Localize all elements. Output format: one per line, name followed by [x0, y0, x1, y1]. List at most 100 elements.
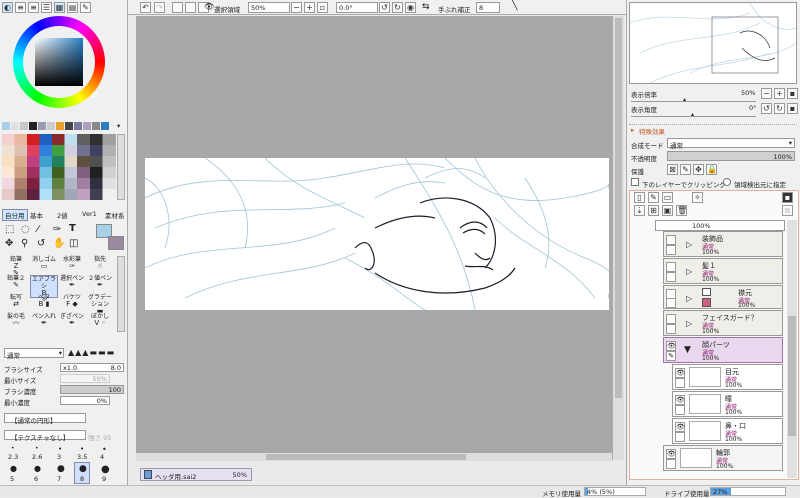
layer-item-partial[interactable]: 100%	[655, 220, 785, 231]
tool-eraser[interactable]: 消しゴム ▭	[30, 256, 58, 270]
line-tool-icon[interactable]: ╲	[512, 1, 517, 11]
tool-transfer[interactable]: 転写 ⇄	[2, 294, 30, 308]
color-wheel-icon[interactable]: ◐	[2, 2, 13, 13]
transfer-down-icon[interactable]: ⇣	[634, 205, 645, 216]
tool-blur[interactable]: ぼかし V ◦	[86, 313, 114, 327]
visibility-toggle[interactable]	[666, 314, 676, 324]
size-preset[interactable]: 4	[100, 453, 104, 461]
eyedropper-icon[interactable]: ✑	[53, 223, 61, 236]
layer-item-pupils[interactable]: 👁 瞳 通常 100%	[672, 391, 783, 417]
rotate-left-icon[interactable]: ↺	[379, 2, 390, 13]
eye-icon[interactable]: 👁	[204, 2, 214, 11]
lock-toggle[interactable]	[666, 298, 676, 308]
rotate-left-icon[interactable]: ↺	[761, 103, 772, 114]
size-preset[interactable]: 3.5	[77, 453, 87, 461]
collapse-arrow-icon[interactable]: ▼	[684, 345, 691, 355]
visibility-toggle[interactable]	[666, 235, 676, 245]
source-radio[interactable]	[723, 178, 731, 186]
tool-jagged-pen[interactable]: ぎざペン ✒	[58, 313, 86, 327]
rotate-right-icon[interactable]: ↻	[774, 103, 785, 114]
brush-shape-selector[interactable]: ▲▲▲▬▬▬	[68, 348, 124, 358]
tool-pencil[interactable]: 鉛筆 Z ✎	[2, 256, 30, 277]
canvas-hscroll[interactable]	[136, 453, 612, 461]
zoom-field[interactable]: 50%	[248, 2, 290, 13]
color-swatches-grid[interactable]	[2, 134, 116, 200]
brush-shape-dropdown[interactable]: 【通常の円形】	[4, 413, 86, 425]
angle-field[interactable]: 0.0°	[336, 2, 378, 13]
lock-all-icon[interactable]: 🔒	[706, 164, 717, 175]
deselect-icon[interactable]	[172, 2, 183, 13]
chevron-down-icon[interactable]: ▾	[117, 122, 120, 130]
effects-header[interactable]: ▸ 特殊効果	[629, 124, 797, 136]
size-preset[interactable]: 7	[57, 475, 61, 483]
navigator-preview[interactable]	[629, 2, 797, 84]
text-tool-icon[interactable]: T	[69, 222, 76, 235]
flip-icon[interactable]: ⇆	[422, 2, 430, 12]
canvas-vscroll[interactable]	[612, 16, 624, 460]
zoom-in-icon[interactable]: +	[304, 2, 315, 13]
expand-arrow-icon[interactable]: ▷	[686, 319, 692, 328]
min-size-field[interactable]: 50%	[60, 374, 110, 383]
zoom-in-icon[interactable]: +	[774, 88, 785, 99]
effects-layer-icon[interactable]: ✧	[692, 192, 703, 203]
layer-item-face-parts[interactable]: 👁 ✎ ▼ 顔パーツ 通常 100%	[663, 337, 783, 363]
lock-toggle[interactable]	[675, 378, 685, 388]
brush-size-field[interactable]: x1.0 8.0	[60, 363, 124, 372]
tool-blend[interactable]: 指先 ☝	[86, 256, 114, 270]
lock-toggle[interactable]	[666, 324, 676, 334]
layer-blend-select[interactable]: 通常 ▾	[667, 138, 795, 150]
swatch-scrollbar[interactable]	[117, 134, 125, 200]
new-folder-icon[interactable]: ▭	[662, 192, 673, 203]
lock-transparency-icon[interactable]: ⊠	[667, 164, 678, 175]
layer-item-hair1[interactable]: ▷ 髪１ 通常 100%	[663, 258, 783, 284]
nav-angle-slider[interactable]: ▴	[631, 111, 756, 118]
stabilizer-field[interactable]: 8	[476, 2, 500, 13]
zoom-icon[interactable]: ⚲	[21, 237, 28, 250]
layer-item-eyes[interactable]: 👁 目元 通常 100%	[672, 364, 783, 390]
size-preset[interactable]: 2.3	[8, 453, 18, 461]
expand-arrow-icon[interactable]: ▷	[686, 267, 692, 276]
redo-icon[interactable]: ↷	[154, 2, 165, 13]
hand-icon[interactable]: ✋	[53, 237, 65, 250]
zoom-out-icon[interactable]: −	[761, 88, 772, 99]
nav-zoom-slider[interactable]: ▴	[631, 96, 756, 103]
tool-watercolor[interactable]: 水彩筆 ✑	[58, 256, 86, 270]
tool-select-pen[interactable]: 選択ペン ✒	[58, 275, 86, 289]
rotate-reset-icon[interactable]: ◉	[405, 2, 416, 13]
tool-scrollbar[interactable]	[117, 256, 125, 332]
invert-icon[interactable]	[185, 2, 196, 13]
panel-menu-icon[interactable]: ▪	[782, 192, 793, 203]
tab-basic[interactable]: 基本	[30, 210, 43, 220]
rect-select-icon[interactable]: ⬚	[5, 223, 14, 236]
size-preset[interactable]: 3	[57, 453, 61, 461]
rgb-slider-icon[interactable]: ≡	[15, 2, 26, 13]
tool-binary-pen[interactable]: ２値ペン ✒	[86, 275, 114, 289]
tool-inking[interactable]: ペン入れ ✒	[30, 313, 58, 327]
tool-flat[interactable]: ペタ B ▮	[30, 294, 58, 308]
expand-arrow-icon[interactable]: ▷	[686, 294, 692, 303]
scroll-thumb[interactable]	[788, 316, 796, 436]
blend-mode-select[interactable]: 通常 ▾	[4, 348, 64, 360]
tab-materials[interactable]: 素材系	[105, 210, 125, 220]
clear-layer-icon[interactable]: ▣	[662, 205, 673, 216]
size-preset[interactable]: 2.6	[32, 453, 42, 461]
layer-item-accessory[interactable]: ▷ 装飾品 通常 100%	[663, 231, 783, 257]
delete-layer-icon[interactable]: 🗑	[676, 205, 687, 216]
min-density-field[interactable]: 0%	[60, 396, 110, 405]
visibility-toggle[interactable]: 👁	[675, 368, 685, 378]
scratchpad-icon[interactable]: ▤	[67, 2, 78, 13]
brush-texture-dropdown[interactable]: 【テクスチャなし】	[4, 430, 86, 442]
tab-ver1[interactable]: Ver1	[82, 210, 97, 218]
ruler-icon[interactable]: ◫	[69, 237, 78, 250]
layer-item-face-guard[interactable]: ▷ フェイスガード？ 通常 100%	[663, 310, 783, 336]
move-icon[interactable]: ✥	[5, 237, 13, 250]
clip-checkbox[interactable]	[631, 178, 639, 186]
hue-marker[interactable]	[92, 92, 98, 98]
undo-icon[interactable]: ↶	[140, 2, 151, 13]
tool-bucket[interactable]: バケツ F ◆	[58, 294, 86, 308]
zoom-reset-icon[interactable]: ▪	[787, 88, 798, 99]
zoom-reset-icon[interactable]: ▫	[317, 2, 328, 13]
magic-wand-icon[interactable]: ⁄	[37, 223, 39, 236]
rotate-right-icon[interactable]: ↻	[392, 2, 403, 13]
lock-toggle[interactable]	[666, 459, 676, 469]
